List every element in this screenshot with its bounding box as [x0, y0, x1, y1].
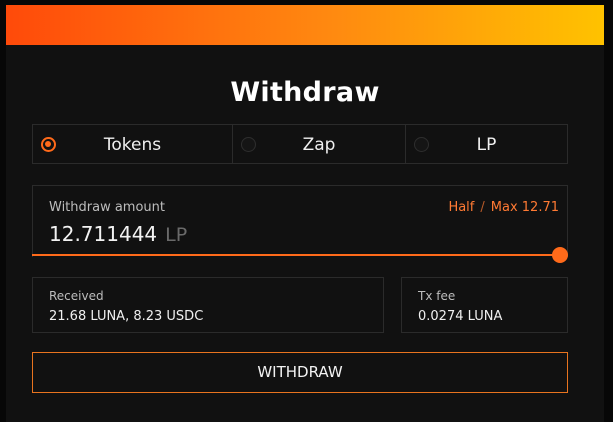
received-panel: Received 21.68 LUNA, 8.23 USDC	[32, 277, 384, 333]
withdraw-amount-label: Withdraw amount	[49, 200, 166, 215]
withdraw-amount-input[interactable]: 12.711444 LP	[49, 222, 187, 246]
withdraw-amount-field[interactable]: Withdraw amount Half / Max 12.71 12.711444…	[32, 185, 568, 257]
amount-slider-track[interactable]	[32, 254, 560, 256]
tab-tokens-label: Tokens	[103, 135, 162, 155]
max-button[interactable]: Max 12.71	[491, 200, 559, 215]
tx-fee-label: Tx fee	[418, 289, 456, 303]
received-value: 21.68 LUNA, 8.23 USDC	[49, 309, 204, 324]
tab-tokens[interactable]: Tokens	[33, 125, 233, 163]
amount-value: 12.711444	[49, 222, 158, 246]
tab-zap[interactable]: Zap	[233, 125, 406, 163]
modal-header-gradient	[6, 5, 604, 45]
withdraw-button[interactable]: WITHDRAW	[32, 352, 568, 393]
withdraw-mode-tabs: Tokens Zap LP	[32, 124, 568, 164]
half-button[interactable]: Half	[448, 200, 474, 215]
received-label: Received	[49, 289, 104, 303]
amount-unit: LP	[165, 224, 188, 246]
tab-lp-label: LP	[476, 135, 497, 155]
tx-fee-panel: Tx fee 0.0274 LUNA	[401, 277, 568, 333]
modal-title: Withdraw	[230, 77, 380, 108]
tab-zap-label: Zap	[302, 135, 336, 155]
amount-shortcuts: Half / Max 12.71	[448, 200, 559, 215]
tab-lp[interactable]: LP	[406, 125, 567, 163]
shortcut-separator: /	[480, 200, 485, 215]
amount-slider-handle[interactable]	[552, 247, 568, 263]
tx-fee-value: 0.0274 LUNA	[418, 309, 503, 324]
